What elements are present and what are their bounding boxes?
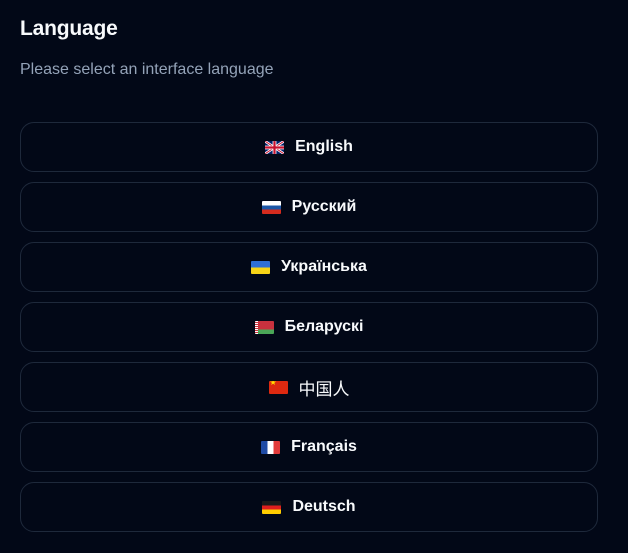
language-option-german[interactable]: Deutsch bbox=[20, 482, 598, 532]
language-option-chinese[interactable]: 中国人 bbox=[20, 362, 598, 412]
russia-flag-icon bbox=[261, 200, 281, 214]
language-option-english[interactable]: English bbox=[20, 122, 598, 172]
language-option-label: 中国人 bbox=[298, 379, 350, 399]
language-option-label: Français bbox=[291, 438, 357, 455]
germany-flag-icon bbox=[262, 500, 282, 514]
language-list: English Русский Українська Беларускі 中国人… bbox=[20, 122, 598, 542]
language-option-russian[interactable]: Русский bbox=[20, 182, 598, 232]
language-option-ukrainian[interactable]: Українська bbox=[20, 242, 598, 292]
language-option-label: Deutsch bbox=[292, 498, 356, 515]
ukraine-flag-icon bbox=[251, 260, 271, 274]
page-subtitle: Please select an interface language bbox=[20, 61, 274, 78]
belarus-flag-icon bbox=[254, 320, 274, 334]
france-flag-icon bbox=[261, 440, 281, 454]
language-option-label: Українська bbox=[281, 258, 367, 275]
language-option-label: English bbox=[295, 138, 353, 155]
language-option-french[interactable]: Français bbox=[20, 422, 598, 472]
china-flag-icon bbox=[268, 380, 288, 394]
uk-flag-icon bbox=[265, 140, 285, 154]
language-option-belarusian[interactable]: Беларускі bbox=[20, 302, 598, 352]
language-option-label: Русский bbox=[291, 198, 357, 215]
language-option-label: Беларускі bbox=[284, 318, 364, 335]
page-title: Language bbox=[20, 17, 118, 40]
